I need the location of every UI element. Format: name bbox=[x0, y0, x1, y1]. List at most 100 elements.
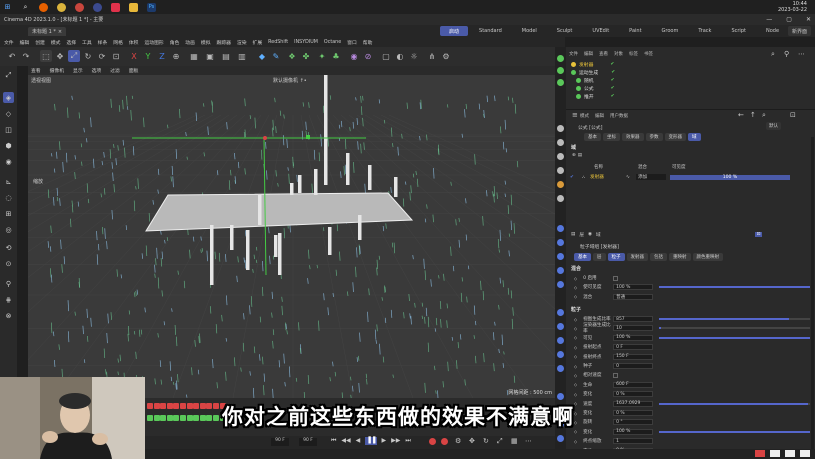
enable-axis-icon[interactable]: ⟲ bbox=[3, 242, 14, 253]
world-icon[interactable]: ⊕ bbox=[170, 50, 182, 62]
scale-icon[interactable]: ⤢ bbox=[68, 50, 80, 62]
layer-icon[interactable]: ▤ bbox=[571, 232, 575, 237]
field-icon[interactable] bbox=[557, 365, 564, 372]
check-icon[interactable]: ✔ bbox=[611, 94, 615, 99]
prev-key-button[interactable]: ◀◀ bbox=[341, 437, 350, 445]
toolbar-label[interactable]: 域 bbox=[596, 232, 601, 238]
settings-icon[interactable]: ⚙ bbox=[440, 50, 452, 62]
tray-icon[interactable] bbox=[785, 450, 795, 457]
attribute-value-field[interactable]: 1 bbox=[613, 438, 654, 445]
back-arrow-icon[interactable]: ← bbox=[738, 111, 744, 119]
cloner-icon[interactable]: ✦ bbox=[316, 50, 328, 62]
attribute-row[interactable]: ◇ 混合 普通 bbox=[574, 293, 810, 301]
field-icon[interactable]: ⊘ bbox=[362, 50, 374, 62]
key-icon[interactable] bbox=[213, 415, 219, 421]
tray-icon[interactable] bbox=[755, 450, 765, 457]
viewport-menu-item[interactable]: 过滤 bbox=[110, 67, 120, 74]
keyframe-icon[interactable]: ⋯ bbox=[525, 437, 532, 445]
tray-icon[interactable] bbox=[800, 450, 810, 457]
attribute-row[interactable]: ◇ 渲染器生成比率 10 bbox=[574, 323, 810, 334]
axis-origin-handle[interactable] bbox=[263, 136, 267, 140]
attribute-value-field[interactable]: 1637.0929 bbox=[613, 400, 654, 407]
camera-icon[interactable]: ◐ bbox=[394, 50, 406, 62]
scrollbar[interactable] bbox=[811, 137, 814, 453]
field-list-row[interactable]: ✔ ⛬ 发射器 ∿ 添加 100 % bbox=[570, 173, 810, 181]
viewport-menu-item[interactable]: 摄像机 bbox=[50, 67, 64, 74]
render-view-icon[interactable]: ▣ bbox=[204, 50, 216, 62]
menu-item[interactable]: 编辑 bbox=[20, 39, 30, 46]
attribute-tab[interactable]: 域 bbox=[688, 133, 701, 141]
keyframe-icon[interactable]: ↻ bbox=[483, 437, 489, 445]
layout-tab[interactable]: Track bbox=[689, 26, 720, 36]
cube-icon[interactable]: ◆ bbox=[256, 50, 268, 62]
attribute-row[interactable]: ◇ 生命 600 F bbox=[574, 381, 810, 389]
generator-icon[interactable] bbox=[557, 67, 564, 74]
attribute-row[interactable]: ◇ 变化 100 % bbox=[574, 428, 810, 436]
attribute-row[interactable]: ◇ 可见 100 % bbox=[574, 334, 810, 342]
first-frame-button[interactable]: ⏮ bbox=[331, 437, 336, 445]
point-mode-icon[interactable]: ◇ bbox=[3, 108, 14, 119]
viewport[interactable]: 透视视图 默认摄像机 ↑• 缩放 网格间距 : 500 cm bbox=[28, 75, 558, 398]
om-menu-item[interactable]: 查看 bbox=[599, 51, 608, 57]
key-icon[interactable] bbox=[186, 415, 193, 421]
layout-tab[interactable]: UVEdit bbox=[583, 26, 618, 36]
field-icon[interactable] bbox=[557, 225, 564, 232]
close-button[interactable]: ✕ bbox=[806, 16, 811, 23]
grid-icon[interactable]: ⋕ bbox=[3, 294, 14, 305]
key-icon[interactable] bbox=[147, 415, 153, 421]
snap-icon[interactable]: ◌ bbox=[3, 192, 14, 203]
blend-dropdown[interactable]: 添加 bbox=[636, 174, 666, 180]
close-icon[interactable]: × bbox=[58, 29, 62, 35]
light-icon[interactable]: ☼ bbox=[408, 50, 420, 62]
last-frame-button[interactable]: ⏭ bbox=[405, 437, 410, 445]
y-axis-icon[interactable]: Y bbox=[142, 50, 154, 62]
document-tab[interactable]: 未标题 1 * × bbox=[28, 27, 67, 36]
attribute-row[interactable]: ◇ 0 启用 bbox=[574, 274, 810, 282]
more-icon[interactable]: ⋯ bbox=[798, 50, 805, 58]
key-icon[interactable] bbox=[180, 415, 186, 421]
viewport-solo-icon[interactable]: ⊙ bbox=[3, 258, 14, 269]
value-slider[interactable] bbox=[659, 336, 810, 339]
hair-icon[interactable]: ⋔ bbox=[426, 50, 438, 62]
visibility-slider[interactable]: 100 % bbox=[670, 174, 790, 180]
redo-icon[interactable]: ↷ bbox=[20, 50, 32, 62]
select-icon[interactable]: ⬚ bbox=[40, 50, 52, 62]
attribute-value-field[interactable]: 普通 bbox=[613, 293, 654, 300]
end-frame-field[interactable]: 90 F bbox=[299, 438, 317, 446]
attribute-value-field[interactable]: 100 % bbox=[613, 428, 654, 435]
particle-tab[interactable]: 颜色重映射 bbox=[692, 253, 723, 261]
field-icon[interactable] bbox=[557, 435, 564, 442]
minimize-button[interactable]: — bbox=[766, 16, 772, 23]
attribute-tab[interactable]: 坐标 bbox=[603, 133, 620, 141]
lock-icon[interactable]: ⊗ bbox=[3, 310, 14, 321]
check-icon[interactable]: ✔ bbox=[610, 62, 614, 67]
particle-tab[interactable]: 发射器 bbox=[626, 253, 648, 261]
am-menu-item[interactable]: 编辑 bbox=[595, 113, 604, 119]
key-icon[interactable] bbox=[206, 415, 213, 421]
deformer-icon[interactable]: ◉ bbox=[348, 50, 360, 62]
tray-icon[interactable] bbox=[770, 450, 780, 457]
field-icon[interactable] bbox=[557, 337, 564, 344]
record-icon[interactable] bbox=[429, 438, 436, 445]
viewport-menu-item[interactable]: 显示 bbox=[73, 67, 83, 74]
start-frame-field[interactable]: 90 F bbox=[271, 438, 289, 446]
keyframe-icon[interactable]: ⤢ bbox=[497, 437, 503, 446]
key-icon[interactable] bbox=[166, 403, 173, 409]
attribute-tab[interactable]: 参数 bbox=[645, 133, 663, 141]
menu-item[interactable]: 模拟 bbox=[201, 39, 211, 46]
checkbox[interactable] bbox=[613, 372, 619, 378]
coords-icon[interactable]: ⊡ bbox=[110, 50, 122, 62]
om-menu-item[interactable]: 标签 bbox=[629, 51, 638, 57]
environment-icon[interactable]: ▢ bbox=[380, 50, 392, 62]
menu-item[interactable]: 体积 bbox=[129, 39, 139, 46]
model-mode-icon[interactable]: ◈ bbox=[3, 92, 14, 103]
layer-field-icon[interactable]: ▤ bbox=[578, 153, 582, 158]
object-row[interactable]: 公式 ✔ bbox=[576, 85, 615, 92]
menu-item[interactable]: 扩展 bbox=[253, 39, 263, 46]
menu-item[interactable]: 动画 bbox=[185, 39, 195, 46]
generator-icon[interactable]: ❖ bbox=[286, 50, 298, 62]
menu-item[interactable]: RedShift bbox=[268, 40, 288, 45]
attribute-row[interactable]: ◇ 使可见度 100 % bbox=[574, 283, 810, 291]
material-icon[interactable] bbox=[557, 125, 564, 132]
layout-tab[interactable]: Standard bbox=[470, 26, 511, 36]
